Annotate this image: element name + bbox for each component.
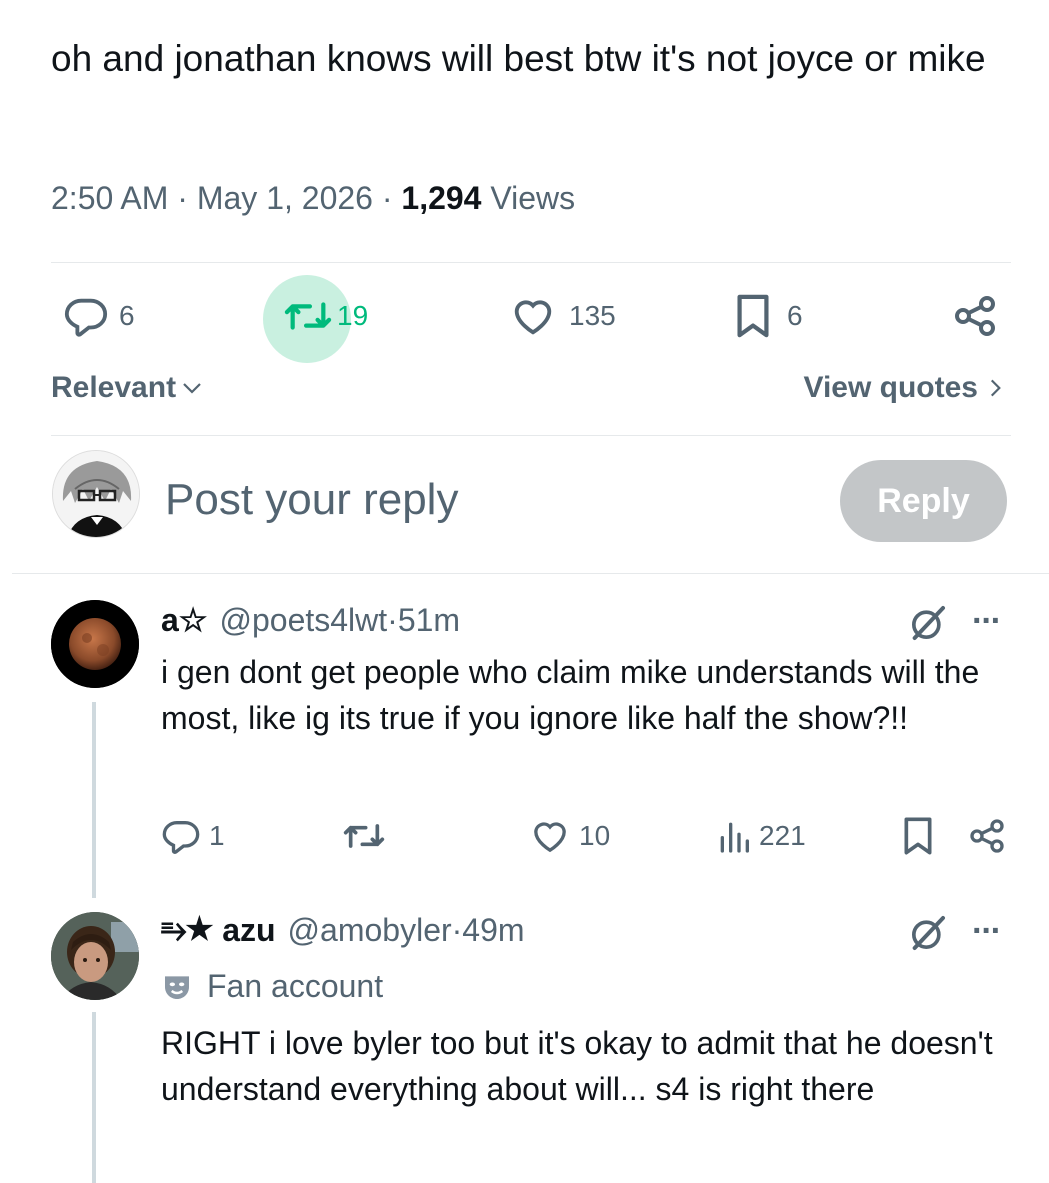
moon-avatar-image bbox=[51, 600, 139, 688]
like-button[interactable]: 135 bbox=[509, 270, 616, 362]
reply-time[interactable]: 49m bbox=[462, 912, 524, 949]
reply-text: i gen dont get people who claim mike und… bbox=[161, 654, 980, 736]
repost-button[interactable] bbox=[341, 811, 387, 861]
bookmark-count: 6 bbox=[787, 300, 803, 331]
reply-header: a☆ @poets4lwt · 51m bbox=[161, 601, 460, 639]
like-button[interactable]: 10 bbox=[529, 811, 610, 861]
bookmark-button[interactable]: 6 bbox=[733, 270, 803, 362]
meta-separator: · bbox=[372, 180, 402, 216]
reply-button[interactable]: 1 bbox=[161, 811, 225, 861]
reply-icon bbox=[64, 298, 108, 337]
reply-input[interactable]: Post your reply bbox=[165, 475, 458, 525]
reply-icon bbox=[162, 821, 200, 854]
meta-separator: · bbox=[168, 180, 197, 216]
thread-line bbox=[92, 1012, 96, 1183]
views-icon bbox=[720, 822, 749, 853]
reply-action-bar: 1 10 221 bbox=[161, 811, 1011, 861]
bookmark-icon bbox=[737, 294, 769, 338]
reply-button[interactable]: 6 bbox=[63, 270, 135, 362]
person-avatar-image bbox=[51, 912, 139, 1000]
section-divider bbox=[12, 573, 1049, 574]
fan-account-label: Fan account bbox=[161, 968, 383, 1005]
share-button[interactable] bbox=[967, 811, 1007, 861]
reply-header: ⥱★ azu @amobyler · 49m bbox=[161, 911, 525, 949]
view-quotes-label: View quotes bbox=[803, 371, 979, 404]
repost-icon bbox=[343, 824, 385, 848]
reply-author-name[interactable]: azu bbox=[222, 912, 275, 949]
reply-submit-button[interactable]: Reply bbox=[840, 460, 1007, 542]
divider bbox=[51, 262, 1011, 263]
mask-icon bbox=[165, 975, 189, 999]
like-count: 10 bbox=[579, 820, 611, 851]
header-separator: · bbox=[451, 911, 463, 948]
sort-label: Relevant bbox=[51, 371, 177, 404]
bookmark-button[interactable] bbox=[901, 811, 935, 861]
post-date[interactable]: May 1, 2026 bbox=[197, 180, 373, 216]
views-count: 221 bbox=[759, 820, 806, 851]
grok-icon[interactable] bbox=[908, 913, 948, 953]
share-button[interactable] bbox=[951, 270, 999, 362]
heart-icon bbox=[514, 300, 552, 335]
views-button[interactable]: 221 bbox=[717, 811, 806, 861]
grok-icon[interactable] bbox=[908, 603, 948, 643]
reply-avatar[interactable] bbox=[51, 912, 139, 1000]
reply-text: RIGHT i love byler too but it's okay to … bbox=[161, 1025, 993, 1107]
divider bbox=[51, 435, 1011, 436]
more-icon[interactable]: ··· bbox=[972, 912, 1002, 951]
post-meta: 2:50 AM · May 1, 2026 · 1,294 Views bbox=[51, 180, 575, 217]
reply-avatar[interactable] bbox=[51, 600, 139, 688]
thread-line bbox=[92, 702, 96, 898]
repost-button[interactable]: 19 bbox=[283, 270, 368, 362]
more-icon[interactable]: ··· bbox=[972, 602, 1002, 641]
post-action-bar: 6 19 135 6 bbox=[51, 270, 1011, 363]
chevron-down-icon bbox=[183, 383, 201, 394]
view-quotes-link[interactable]: View quotes bbox=[804, 371, 1005, 405]
repost-count: 19 bbox=[337, 300, 369, 331]
bookmark-icon bbox=[904, 817, 932, 855]
reply-count: 6 bbox=[119, 300, 135, 331]
chevron-right-icon bbox=[990, 379, 1001, 397]
reply-count: 1 bbox=[209, 820, 225, 851]
reply-author-handle[interactable]: @amobyler bbox=[288, 912, 452, 949]
views-count: 1,294 bbox=[401, 180, 482, 216]
fan-account-text: Fan account bbox=[207, 968, 384, 1004]
main-post-text: oh and jonathan knows will best btw it's… bbox=[51, 38, 986, 79]
reply-author-handle[interactable]: @poets4lwt bbox=[219, 602, 387, 639]
post-time[interactable]: 2:50 AM bbox=[51, 180, 168, 216]
compose-reply: Post your reply Reply bbox=[0, 437, 1049, 573]
reply-author-prefix[interactable]: ⥱★ bbox=[161, 911, 212, 949]
like-count: 135 bbox=[569, 300, 616, 331]
share-icon bbox=[970, 819, 1004, 853]
user-avatar-image bbox=[53, 451, 139, 537]
reply-time[interactable]: 51m bbox=[398, 602, 460, 639]
repost-icon bbox=[284, 302, 332, 330]
reply-author-name[interactable]: a☆ bbox=[161, 601, 207, 639]
header-separator: · bbox=[387, 601, 398, 638]
share-icon bbox=[955, 296, 995, 336]
heart-icon bbox=[534, 822, 566, 853]
user-avatar[interactable] bbox=[52, 450, 140, 538]
views-label: Views bbox=[481, 180, 576, 216]
sort-dropdown[interactable]: Relevant bbox=[51, 371, 204, 405]
